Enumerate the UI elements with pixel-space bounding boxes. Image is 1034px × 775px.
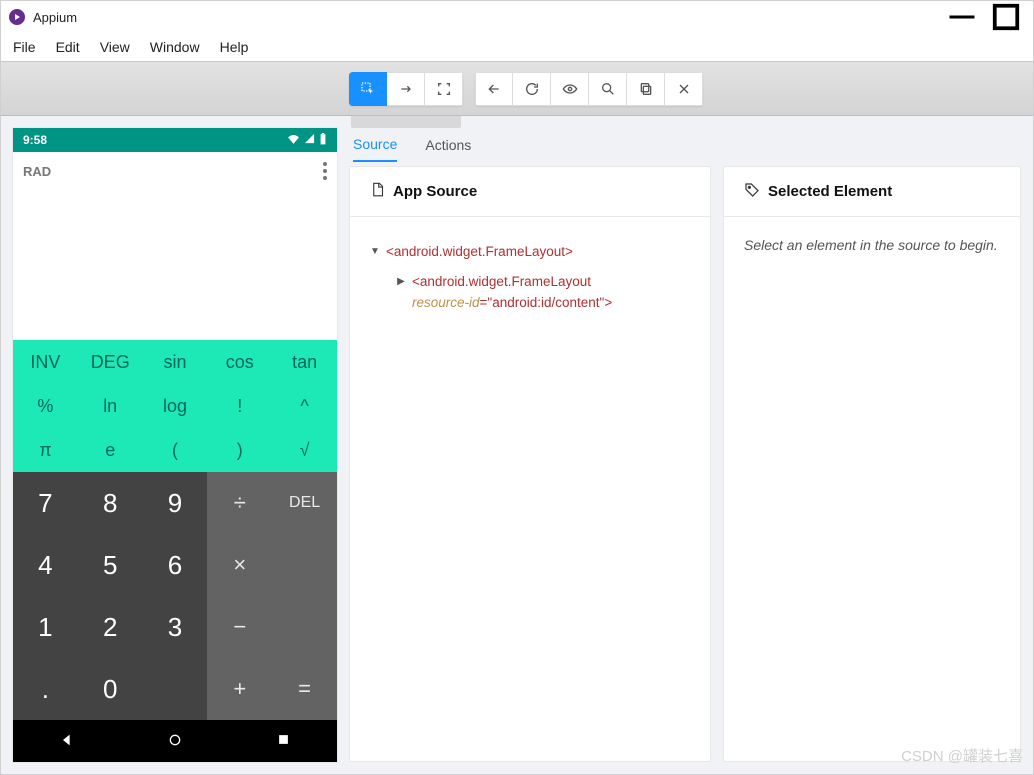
rparen-key[interactable]: ) [207, 428, 272, 472]
tab-actions[interactable]: Actions [425, 129, 471, 161]
tab-source[interactable]: Source [353, 128, 397, 162]
search-button[interactable] [589, 72, 627, 106]
device-screenshot[interactable]: 9:58 RAD [13, 128, 337, 762]
menu-file[interactable]: File [9, 37, 40, 57]
tree-child-attrname: resource-id [412, 295, 480, 310]
tag-icon [744, 182, 760, 202]
tap-coords-button[interactable] [425, 72, 463, 106]
file-icon [370, 182, 385, 201]
status-time: 9:58 [23, 133, 47, 147]
equals-key[interactable]: = [272, 658, 337, 720]
selected-element-title: Selected Element [768, 183, 892, 200]
calc-function-pad: INV DEG sin cos tan % ln log ! ^ π [13, 340, 337, 472]
menu-window[interactable]: Window [146, 37, 204, 57]
digit-4[interactable]: 4 [13, 534, 78, 596]
titlebar: Appium [1, 1, 1033, 33]
ln-key[interactable]: ln [78, 384, 143, 428]
sqrt-key[interactable]: √ [272, 428, 337, 472]
menu-edit[interactable]: Edit [52, 37, 84, 57]
selected-element-hint: Select an element in the source to begin… [744, 237, 998, 253]
wifi-icon [287, 133, 300, 147]
deg-key[interactable]: DEG [78, 340, 143, 384]
blank-key [143, 658, 208, 720]
tree-node-child[interactable]: ▶ <android.widget.FrameLayout resource-i… [370, 267, 690, 318]
tree-child-close: > [604, 295, 612, 310]
back-button[interactable] [475, 72, 513, 106]
pi-key[interactable]: π [13, 428, 78, 472]
android-navbar [13, 720, 337, 762]
menubar: File Edit View Window Help [1, 33, 1033, 61]
quit-session-button[interactable] [665, 72, 703, 106]
op-blank-2 [272, 596, 337, 658]
digit-6[interactable]: 6 [143, 534, 208, 596]
caret-down-icon[interactable]: ▼ [370, 244, 380, 260]
more-options-icon[interactable] [323, 162, 327, 180]
copy-xml-button[interactable] [627, 72, 665, 106]
sin-key[interactable]: sin [143, 340, 208, 384]
del-key[interactable]: DEL [272, 472, 337, 534]
digit-3[interactable]: 3 [143, 596, 208, 658]
digit-1[interactable]: 1 [13, 596, 78, 658]
e-key[interactable]: e [78, 428, 143, 472]
menu-view[interactable]: View [96, 37, 134, 57]
toolbar [1, 61, 1033, 116]
app-source-title: App Source [393, 183, 477, 200]
inv-key[interactable]: INV [13, 340, 78, 384]
digit-5[interactable]: 5 [78, 534, 143, 596]
overlay-box [351, 116, 461, 128]
plus-key[interactable]: + [207, 658, 272, 720]
op-blank-1 [272, 534, 337, 596]
select-elements-button[interactable] [349, 72, 387, 106]
tree-node-root[interactable]: ▼ <android.widget.FrameLayout> [370, 237, 690, 267]
swipe-button[interactable] [387, 72, 425, 106]
digit-9[interactable]: 9 [143, 472, 208, 534]
window-title: Appium [33, 10, 77, 25]
cos-key[interactable]: cos [207, 340, 272, 384]
toggle-recording-button[interactable] [551, 72, 589, 106]
percent-key[interactable]: % [13, 384, 78, 428]
tree-child-open: <android.widget.FrameLayout [412, 274, 591, 289]
lparen-key[interactable]: ( [143, 428, 208, 472]
calc-display [13, 190, 337, 340]
signal-icon [304, 133, 315, 147]
nav-back-icon[interactable] [59, 732, 75, 751]
android-statusbar: 9:58 [13, 128, 337, 152]
calc-oppad: ÷ DEL × − + = [207, 472, 337, 720]
digit-2[interactable]: 2 [78, 596, 143, 658]
refresh-button[interactable] [513, 72, 551, 106]
minus-key[interactable]: − [207, 596, 272, 658]
tree-child-attrval: "android:id/content" [487, 295, 604, 310]
nav-recent-icon[interactable] [276, 732, 291, 750]
digit-0[interactable]: 0 [78, 658, 143, 720]
factorial-key[interactable]: ! [207, 384, 272, 428]
tan-key[interactable]: tan [272, 340, 337, 384]
tree-root-tag: <android.widget.FrameLayout> [386, 241, 573, 263]
selected-element-card: Selected Element Select an element in th… [723, 166, 1021, 762]
window-maximize-button[interactable] [991, 5, 1021, 29]
digit-8[interactable]: 8 [78, 472, 143, 534]
menu-help[interactable]: Help [216, 37, 253, 57]
multiply-key[interactable]: × [207, 534, 272, 596]
inspector-tabs: Source Actions [349, 116, 711, 166]
battery-icon [319, 133, 327, 148]
calc-numpad: 7 8 9 4 5 6 1 2 3 . 0 [13, 472, 207, 720]
window-minimize-button[interactable] [947, 5, 977, 29]
power-key[interactable]: ^ [272, 384, 337, 428]
app-logo-icon [9, 9, 25, 25]
app-source-card: App Source ▼ <android.widget.FrameLayout… [349, 166, 711, 762]
calc-mode-label: RAD [23, 164, 51, 179]
nav-home-icon[interactable] [167, 732, 183, 751]
divide-key[interactable]: ÷ [207, 472, 272, 534]
digit-7[interactable]: 7 [13, 472, 78, 534]
caret-right-icon[interactable]: ▶ [396, 274, 406, 290]
log-key[interactable]: log [143, 384, 208, 428]
decimal-key[interactable]: . [13, 658, 78, 720]
